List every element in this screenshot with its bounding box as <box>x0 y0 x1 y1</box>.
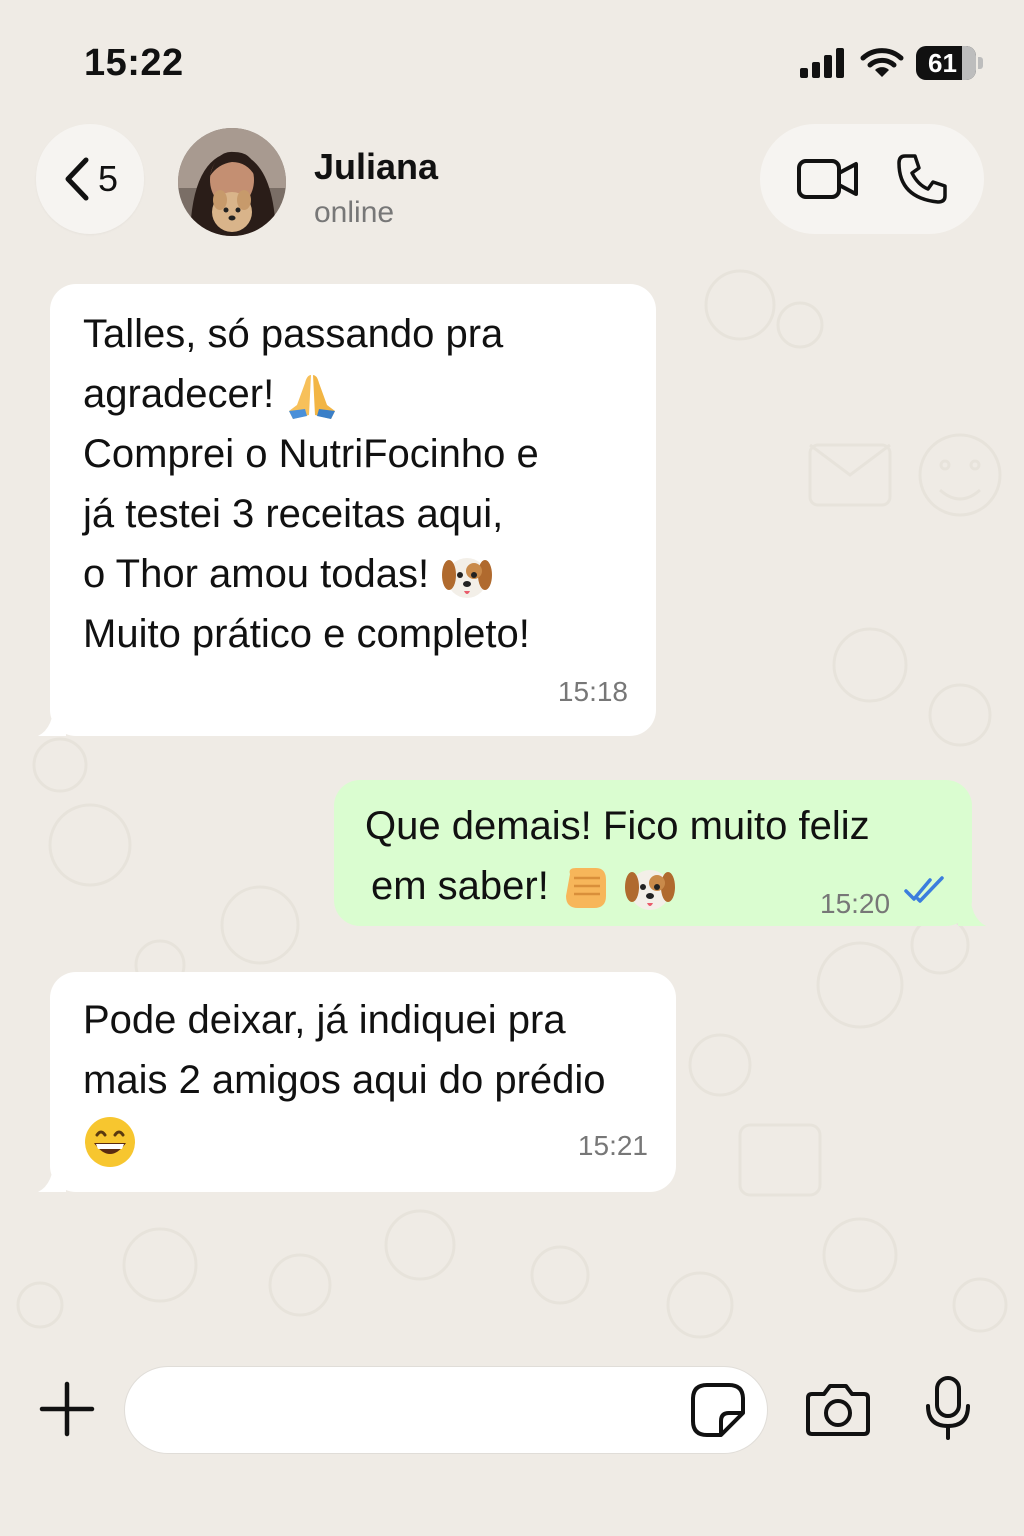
battery-level: 61 <box>928 47 957 78</box>
message-line: mais 2 amigos aqui do prédio <box>83 1058 606 1102</box>
call-actions <box>760 124 984 234</box>
back-button[interactable]: 5 <box>36 124 144 234</box>
unread-count: 5 <box>97 158 119 199</box>
fist-bump-emoji-icon <box>565 868 606 909</box>
dog-face-emoji-icon <box>442 558 493 599</box>
message-input[interactable] <box>124 1366 768 1454</box>
message-line: Pode deixar, já indiquei pra <box>83 998 566 1042</box>
battery-icon: 61 <box>916 46 983 80</box>
read-receipt-icon <box>904 876 944 903</box>
chevron-left-icon <box>65 157 89 201</box>
contact-status: online <box>314 196 395 229</box>
message-bubble-outgoing[interactable]: Que demais! Fico muito feliz em saber! 1… <box>334 780 972 926</box>
wifi-icon <box>860 48 904 77</box>
message-bubble-incoming[interactable]: Pode deixar, já indiquei pra mais 2 amig… <box>50 972 676 1192</box>
message-line: Comprei o NutriFocinho e <box>83 432 539 476</box>
message-line: já testei 3 receitas aqui, <box>83 492 504 536</box>
message-time: 15:18 <box>557 676 628 707</box>
message-bubble-incoming[interactable]: Talles, só passando pra agradecer! Compr… <box>50 284 656 736</box>
message-line: Muito prático e completo! <box>83 612 530 656</box>
message-line-with-emoji: agradecer! <box>83 364 656 424</box>
signal-icon <box>800 48 844 78</box>
status-icons: 61 <box>800 46 983 80</box>
message-line-with-emoji: o Thor amou todas! <box>83 544 656 604</box>
message-line: Talles, só passando pra <box>83 312 504 356</box>
avatar-photo <box>178 128 286 236</box>
video-call-icon[interactable] <box>796 156 860 202</box>
camera-icon[interactable] <box>804 1380 872 1438</box>
contact-name[interactable]: Juliana <box>314 146 438 188</box>
message-line: em saber! <box>371 864 549 908</box>
microphone-icon[interactable] <box>922 1374 974 1442</box>
message-line: o Thor amou todas! <box>83 552 430 596</box>
sticker-icon[interactable] <box>689 1381 747 1439</box>
dog-face-emoji-icon <box>625 870 676 911</box>
grinning-face-emoji-icon <box>85 1117 135 1168</box>
message-line: Que demais! Fico muito feliz <box>365 804 870 848</box>
message-line: agradecer! <box>83 372 275 416</box>
message-time: 15:20 <box>820 888 891 919</box>
status-time: 15:22 <box>84 42 184 84</box>
plus-icon[interactable] <box>38 1380 96 1438</box>
contact-avatar[interactable] <box>178 128 286 236</box>
folded-hands-emoji-icon <box>289 375 336 420</box>
message-time: 15:21 <box>577 1130 648 1161</box>
phone-call-icon[interactable] <box>895 152 949 206</box>
